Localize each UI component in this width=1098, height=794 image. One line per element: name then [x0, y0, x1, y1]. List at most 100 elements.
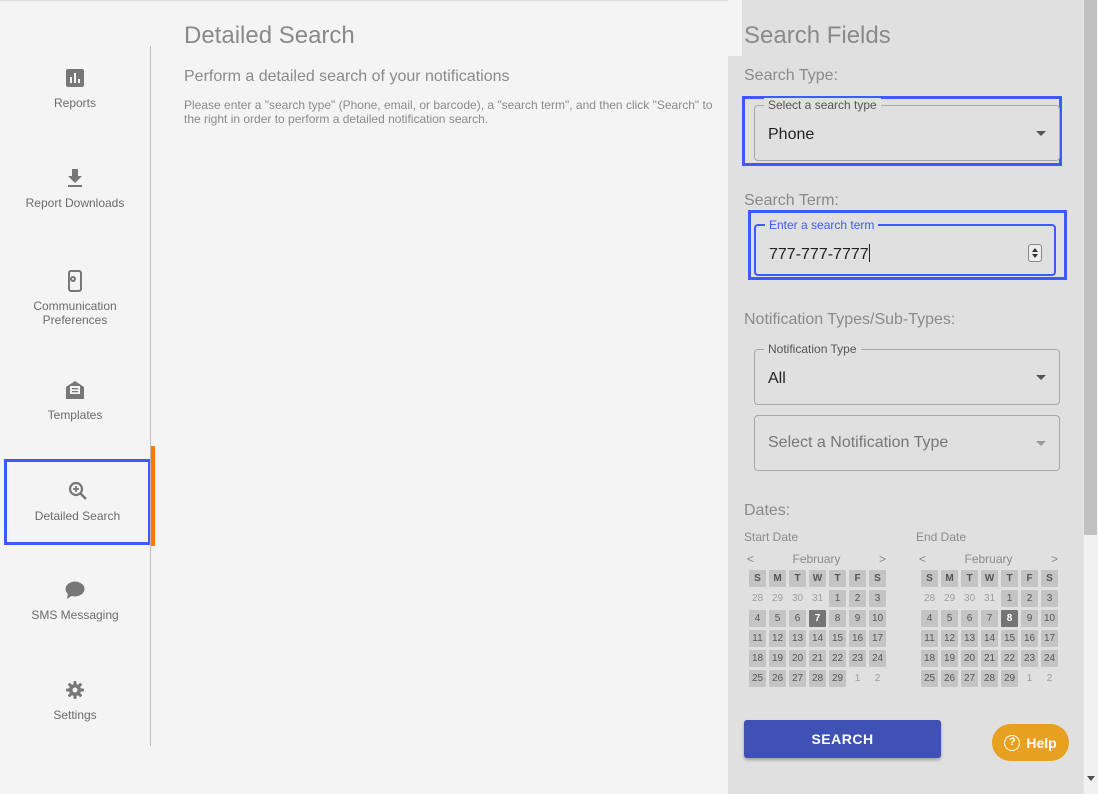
calendar-day[interactable]: 13	[961, 630, 978, 647]
notification-type-select[interactable]: Notification Type All	[754, 342, 1060, 405]
calendar-day[interactable]: 30	[789, 590, 806, 607]
calendar-day[interactable]: 15	[829, 630, 846, 647]
calendar-day[interactable]: 1	[829, 590, 846, 607]
calendar-day[interactable]: 26	[769, 670, 786, 687]
calendar-day[interactable]: 20	[789, 650, 806, 667]
prev-month-button[interactable]: <	[919, 552, 926, 568]
calendar-day[interactable]: 18	[749, 650, 766, 667]
calendar-day[interactable]: 2	[1041, 670, 1058, 687]
calendar-day[interactable]: 1	[849, 670, 866, 687]
envelope-icon	[65, 380, 85, 400]
calendar-day[interactable]: 14	[809, 630, 826, 647]
chevron-down-icon	[1036, 441, 1046, 446]
sidebar-item-reports[interactable]: Reports	[0, 44, 150, 134]
calendar-day[interactable]: 9	[849, 610, 866, 627]
download-icon	[65, 168, 85, 188]
calendar-day[interactable]: 2	[849, 590, 866, 607]
next-month-button[interactable]: >	[1051, 552, 1058, 568]
search-term-input[interactable]: Enter a search term 777-777-7777	[754, 218, 1056, 276]
calendar-day[interactable]: 29	[1001, 670, 1018, 687]
sidebar-item-communication-preferences[interactable]: Communication Preferences	[0, 244, 150, 354]
chevron-down-icon	[1036, 131, 1046, 136]
calendar-day[interactable]: 4	[921, 610, 938, 627]
calendar-day[interactable]: 3	[1041, 590, 1058, 607]
calendar-day[interactable]: 11	[921, 630, 938, 647]
calendar-day[interactable]: 29	[941, 590, 958, 607]
calendar-day[interactable]: 29	[769, 590, 786, 607]
sidebar-item-detailed-search[interactable]: Detailed Search	[4, 459, 151, 545]
calendar-day[interactable]: 23	[1021, 650, 1038, 667]
calendar-day[interactable]: 24	[869, 650, 886, 667]
calendar-day[interactable]: 9	[1021, 610, 1038, 627]
sidebar-item-settings[interactable]: Settings	[0, 656, 150, 746]
sidebar-divider	[150, 46, 151, 746]
calendar-day[interactable]: 21	[981, 650, 998, 667]
calendar-day[interactable]: 26	[941, 670, 958, 687]
calendar-day[interactable]: 2	[869, 670, 886, 687]
calendar-day[interactable]: 19	[941, 650, 958, 667]
help-button[interactable]: ? Help	[992, 724, 1069, 761]
calendar-day[interactable]: 27	[961, 670, 978, 687]
calendar-day[interactable]: 24	[1041, 650, 1058, 667]
calendar-day[interactable]: 19	[769, 650, 786, 667]
calendar-day[interactable]: 23	[849, 650, 866, 667]
search-type-select[interactable]: Select a search type Phone	[754, 98, 1060, 161]
page-instructions: Please enter a "search type" (Phone, ema…	[184, 98, 713, 126]
notification-type-legend: Notification Type	[764, 342, 861, 356]
calendar-day[interactable]: 14	[981, 630, 998, 647]
weekday-header: M	[941, 570, 958, 587]
calendar-day[interactable]: 25	[921, 670, 938, 687]
calendar-day[interactable]: 29	[829, 670, 846, 687]
calendar-day[interactable]: 16	[849, 630, 866, 647]
sidebar-item-sms-messaging[interactable]: SMS Messaging	[0, 556, 150, 646]
calendar-day[interactable]: 13	[789, 630, 806, 647]
number-stepper[interactable]	[1028, 244, 1042, 262]
calendar-day[interactable]: 8	[829, 610, 846, 627]
calendar-day[interactable]: 31	[809, 590, 826, 607]
calendar-day[interactable]: 5	[769, 610, 786, 627]
next-month-button[interactable]: >	[879, 552, 886, 568]
calendar-day[interactable]: 11	[749, 630, 766, 647]
calendar-day[interactable]: 28	[809, 670, 826, 687]
sidebar-item-label: Templates	[47, 408, 103, 422]
calendar-day[interactable]: 28	[921, 590, 938, 607]
calendar-day[interactable]: 31	[981, 590, 998, 607]
calendar-day[interactable]: 12	[769, 630, 786, 647]
calendar-day[interactable]: 27	[789, 670, 806, 687]
sidebar-item-templates[interactable]: Templates	[0, 356, 150, 446]
calendar-day[interactable]: 16	[1021, 630, 1038, 647]
scroll-down-arrow-icon[interactable]	[1087, 776, 1095, 781]
calendar-day[interactable]: 4	[749, 610, 766, 627]
calendar-day[interactable]: 28	[749, 590, 766, 607]
calendar-day[interactable]: 12	[941, 630, 958, 647]
search-button[interactable]: SEARCH	[744, 720, 941, 758]
calendar-day[interactable]: 17	[869, 630, 886, 647]
calendar-day[interactable]: 10	[869, 610, 886, 627]
calendar-day[interactable]: 22	[1001, 650, 1018, 667]
notification-type-value: All	[768, 370, 786, 387]
calendar-day[interactable]: 25	[749, 670, 766, 687]
calendar-day[interactable]: 3	[869, 590, 886, 607]
calendar-day[interactable]: 15	[1001, 630, 1018, 647]
calendar-day[interactable]: 20	[961, 650, 978, 667]
calendar-day[interactable]: 10	[1041, 610, 1058, 627]
calendar-day-selected[interactable]: 7	[809, 610, 826, 627]
calendar-day-selected[interactable]: 8	[1001, 610, 1018, 627]
calendar-day[interactable]: 7	[981, 610, 998, 627]
notification-subtype-select[interactable]: Select a Notification Type	[754, 415, 1060, 471]
calendar-day[interactable]: 5	[941, 610, 958, 627]
calendar-day[interactable]: 30	[961, 590, 978, 607]
calendar-day[interactable]: 18	[921, 650, 938, 667]
scrollbar-thumb[interactable]	[1084, 0, 1097, 535]
prev-month-button[interactable]: <	[747, 552, 754, 568]
calendar-day[interactable]: 6	[789, 610, 806, 627]
calendar-day[interactable]: 17	[1041, 630, 1058, 647]
calendar-day[interactable]: 6	[961, 610, 978, 627]
calendar-day[interactable]: 22	[829, 650, 846, 667]
calendar-day[interactable]: 1	[1001, 590, 1018, 607]
calendar-day[interactable]: 1	[1021, 670, 1038, 687]
calendar-day[interactable]: 21	[809, 650, 826, 667]
calendar-day[interactable]: 2	[1021, 590, 1038, 607]
calendar-day[interactable]: 28	[981, 670, 998, 687]
sidebar-item-report-downloads[interactable]: Report Downloads	[0, 144, 150, 234]
